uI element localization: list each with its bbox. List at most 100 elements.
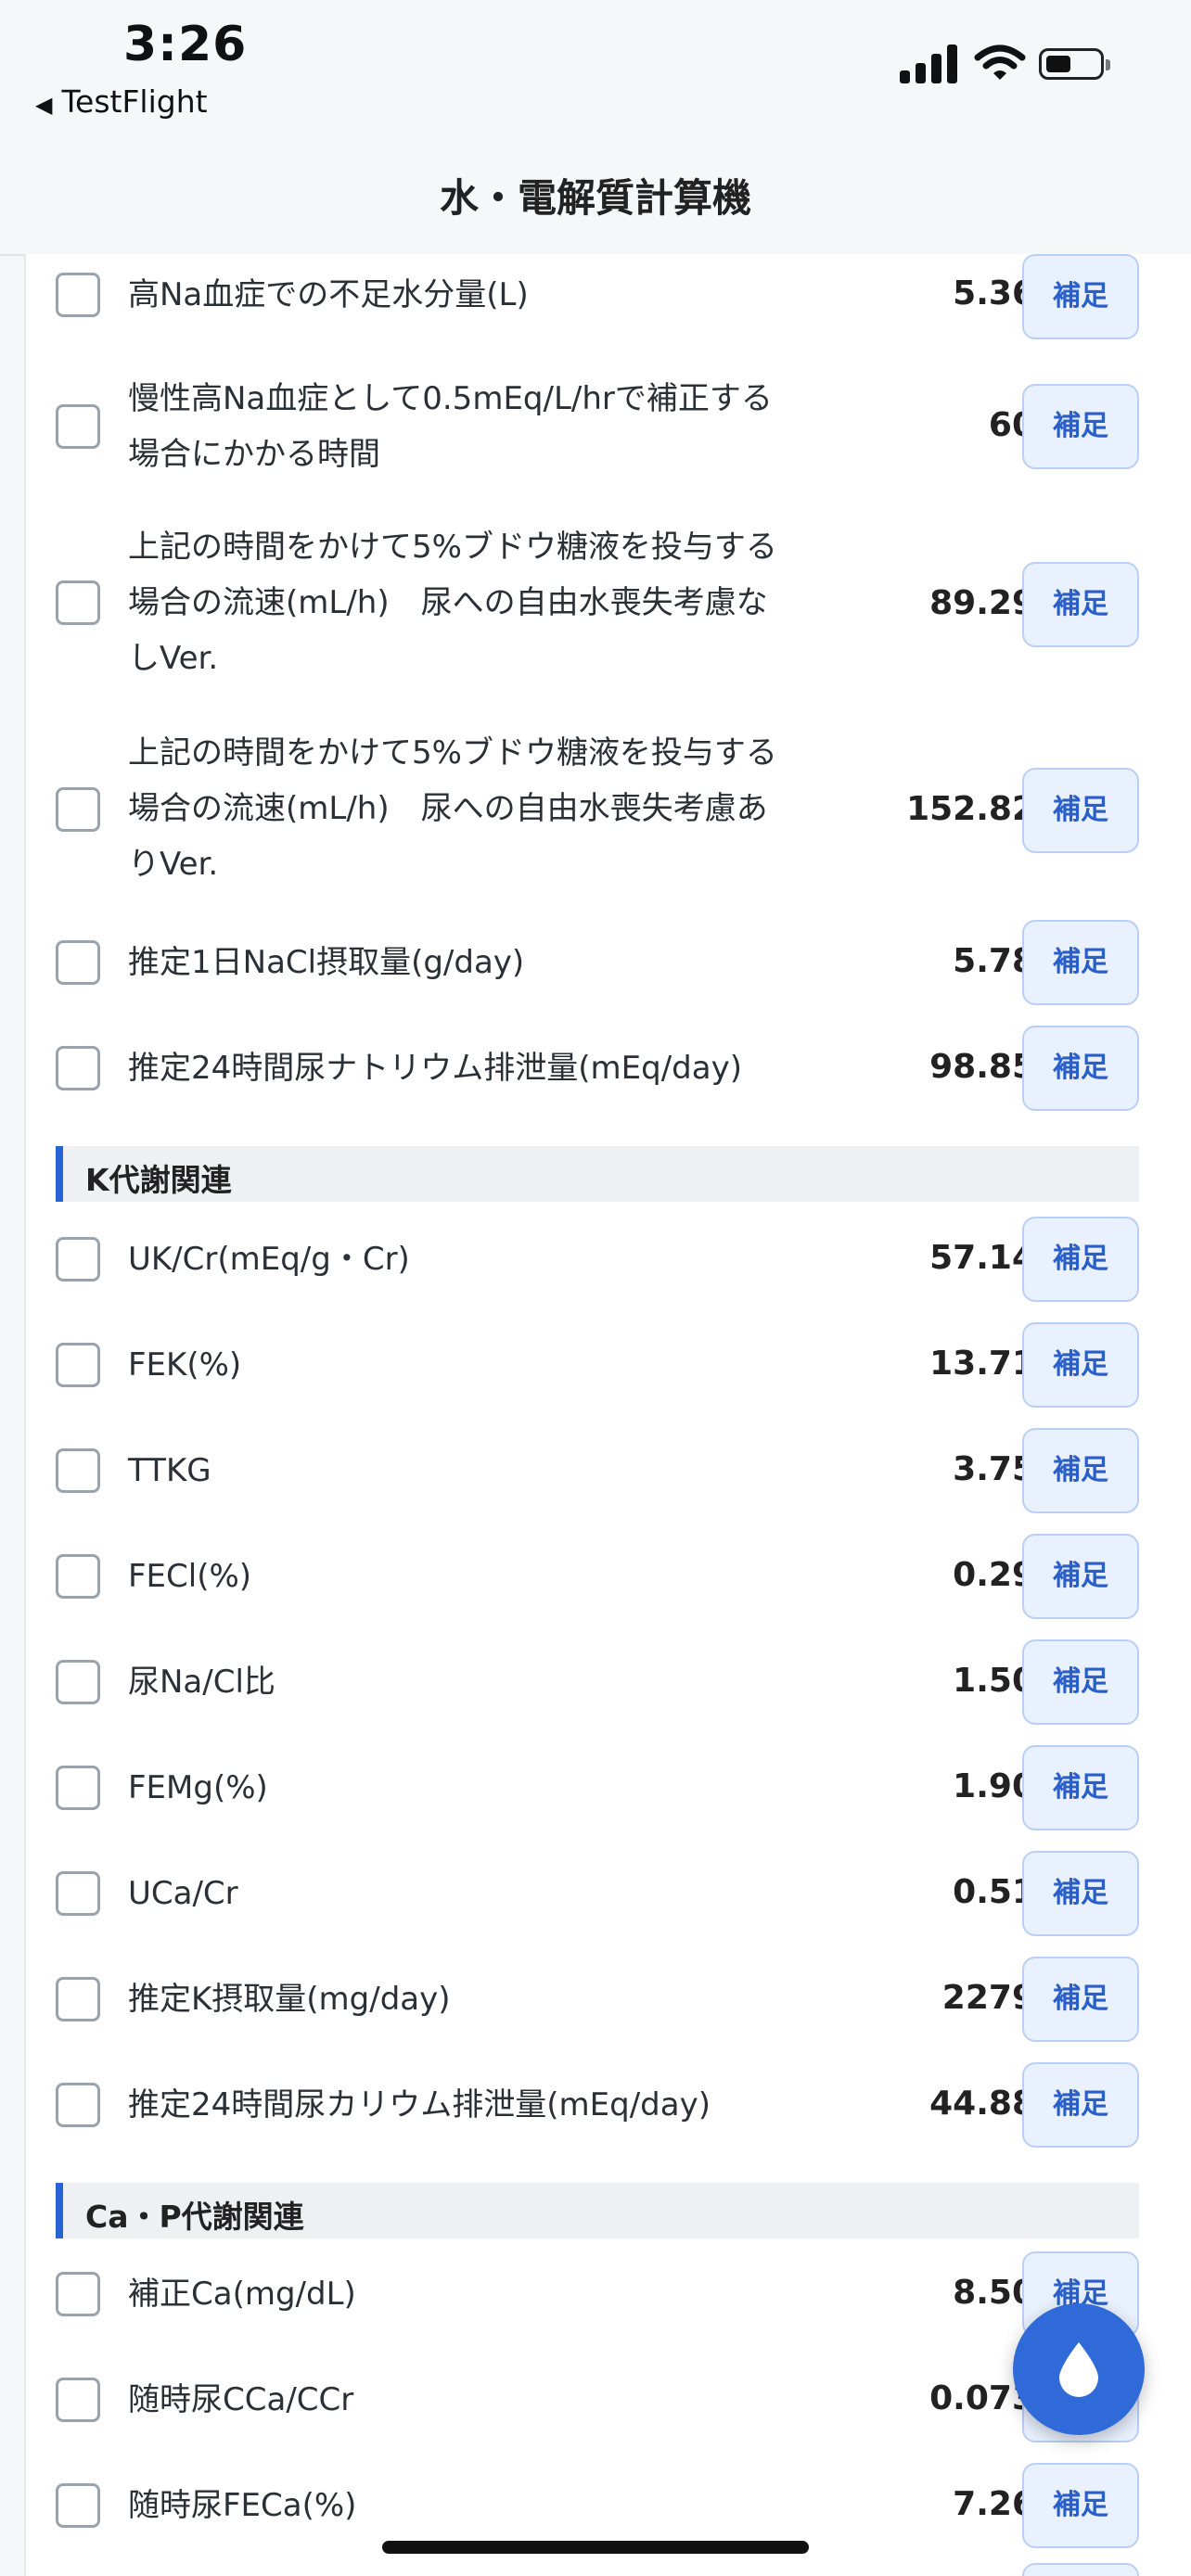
row-checkbox[interactable]: [56, 1237, 100, 1282]
row-label: 推定1日NaCl摂取量(g/day): [128, 944, 525, 981]
results-card: 高Na血症での不足水分量(L) 5.36 補足 慢性高Na血症として0.5mEq…: [24, 254, 1191, 2576]
row-checkbox[interactable]: [56, 1871, 100, 1916]
row-label: 随時尿FECa(%): [128, 2487, 357, 2524]
result-row: 高Na血症での不足水分量(L) 5.36 補足: [26, 254, 1191, 343]
row-label: FEMg(%): [128, 1769, 268, 1806]
row-checkbox[interactable]: [56, 940, 100, 985]
hosoku-button[interactable]: 補足: [1022, 1957, 1139, 2042]
row-value: 13.71: [929, 1345, 1035, 1383]
row-checkbox[interactable]: [56, 404, 100, 449]
home-indicator[interactable]: [382, 2541, 809, 2554]
row-value: 7.26: [953, 2485, 1035, 2523]
wifi-icon: [974, 45, 1026, 80]
result-row: FECl(%) 0.29 補足: [26, 1532, 1191, 1621]
row-value: 8.50: [953, 2274, 1035, 2312]
row-label: UCa/Cr: [128, 1875, 238, 1912]
row-value: 1.50: [953, 1662, 1035, 1700]
row-checkbox[interactable]: [56, 2483, 100, 2528]
back-triangle-icon: ◀: [35, 92, 53, 118]
hosoku-button[interactable]: 補足: [1022, 1851, 1139, 1936]
back-app-label: TestFlight: [61, 83, 208, 120]
hosoku-button[interactable]: 補足: [1022, 2463, 1139, 2548]
hosoku-button[interactable]: 補足: [1022, 254, 1139, 339]
hosoku-button[interactable]: 補足: [1022, 1745, 1139, 1830]
row-checkbox[interactable]: [56, 273, 100, 317]
row-value: 5.36: [953, 274, 1035, 312]
hosoku-button[interactable]: 補足: [1022, 1026, 1139, 1111]
row-label: 推定K摂取量(mg/day): [128, 1981, 451, 2018]
row-checkbox[interactable]: [56, 2272, 100, 2316]
row-value: 89.29: [929, 584, 1035, 622]
row-value: 60: [988, 406, 1035, 444]
back-to-app-link[interactable]: ◀ TestFlight: [35, 83, 208, 120]
row-label: 上記の時間をかけて5%ブドウ糖液を投与する場合の流速(mL/h) 尿への自由水喪…: [128, 529, 777, 677]
row-value: 1.90: [953, 1767, 1035, 1805]
hosoku-button[interactable]: 補足: [1022, 1322, 1139, 1408]
result-row: 推定K摂取量(mg/day) 2279 補足: [26, 1955, 1191, 2044]
row-label: 高Na血症での不足水分量(L): [128, 276, 529, 313]
result-row: 上記の時間をかけて5%ブドウ糖液を投与する場合の流速(mL/h) 尿への自由水喪…: [26, 725, 1191, 911]
row-label: 推定24時間尿ナトリウム排泄量(mEq/day): [128, 1050, 742, 1087]
hosoku-button[interactable]: 補足: [1022, 1217, 1139, 1302]
row-value: 0.29: [953, 1556, 1035, 1594]
result-row: 上記の時間をかけて5%ブドウ糖液を投与する場合の流速(mL/h) 尿への自由水喪…: [26, 519, 1191, 705]
row-value: 0.073: [929, 2379, 1035, 2417]
result-row: FEK(%) 13.71 補足: [26, 1320, 1191, 1409]
hosoku-button[interactable]: 補足: [1022, 1534, 1139, 1619]
battery-icon: [1039, 48, 1110, 80]
row-checkbox[interactable]: [56, 1766, 100, 1810]
row-value: 0.51: [953, 1873, 1035, 1911]
hosoku-button[interactable]: 補足: [1022, 384, 1139, 469]
section-header-ca-p: Ca・P代謝関連: [56, 2183, 1139, 2238]
cellular-signal-icon: [900, 43, 959, 83]
section-header-k: K代謝関連: [56, 1146, 1139, 1202]
result-row: UK/Cr(mEq/g・Cr) 57.14 補足: [26, 1215, 1191, 1304]
row-checkbox[interactable]: [56, 1046, 100, 1090]
row-value: 98.85: [929, 1048, 1035, 1086]
row-checkbox[interactable]: [56, 1977, 100, 2021]
row-label: 随時尿CCa/CCr: [128, 2381, 354, 2418]
result-row: 尿Na/Cl比 1.50 補足: [26, 1638, 1191, 1727]
row-checkbox[interactable]: [56, 1554, 100, 1599]
row-label: UK/Cr(mEq/g・Cr): [128, 1241, 410, 1278]
row-checkbox[interactable]: [56, 2083, 100, 2127]
hosoku-button-partial[interactable]: [1022, 2563, 1139, 2576]
row-checkbox[interactable]: [56, 1343, 100, 1387]
row-checkbox[interactable]: [56, 1660, 100, 1704]
row-value: 3.75: [953, 1450, 1035, 1488]
hosoku-button[interactable]: 補足: [1022, 1639, 1139, 1725]
hosoku-button[interactable]: 補足: [1022, 920, 1139, 1005]
hosoku-button[interactable]: 補足: [1022, 562, 1139, 647]
row-label: 尿Na/Cl比: [128, 1664, 275, 1701]
section-title: K代謝関連: [85, 1162, 232, 1198]
water-drop-fab-button[interactable]: [1013, 2303, 1145, 2435]
row-label: FECl(%): [128, 1558, 252, 1595]
row-checkbox[interactable]: [56, 580, 100, 625]
row-checkbox[interactable]: [56, 787, 100, 832]
row-label: TTKG: [128, 1452, 211, 1489]
result-row: 慢性高Na血症として0.5mEq/L/hrで補正する場合にかかる時間 60 補足: [26, 362, 1191, 491]
row-value: 152.82: [906, 790, 1035, 828]
row-value: 57.14: [929, 1239, 1035, 1277]
row-label: 推定24時間尿カリウム排泄量(mEq/day): [128, 2086, 711, 2123]
row-label: 上記の時間をかけて5%ブドウ糖液を投与する場合の流速(mL/h) 尿への自由水喪…: [128, 734, 777, 883]
hosoku-button[interactable]: 補足: [1022, 2062, 1139, 2148]
row-label: 慢性高Na血症として0.5mEq/L/hrで補正する場合にかかる時間: [128, 380, 773, 473]
water-drop-icon: [1059, 2342, 1098, 2397]
navigation-bar: 水・電解質計算機: [0, 139, 1191, 256]
row-checkbox[interactable]: [56, 2378, 100, 2422]
row-checkbox[interactable]: [56, 1448, 100, 1493]
row-label: FEK(%): [128, 1346, 242, 1384]
result-row: 補正Ca(mg/dL) 8.50 補足: [26, 2250, 1191, 2339]
row-value: 5.78: [953, 942, 1035, 980]
hosoku-button[interactable]: 補足: [1022, 768, 1139, 853]
result-row: 推定24時間尿カリウム排泄量(mEq/day) 44.88 補足: [26, 2060, 1191, 2149]
status-bar: 3:26 ◀ TestFlight: [0, 0, 1191, 139]
hosoku-button[interactable]: 補足: [1022, 1428, 1139, 1513]
row-label: 補正Ca(mg/dL): [128, 2276, 356, 2313]
result-row: UCa/Cr 0.51 補足: [26, 1849, 1191, 1938]
page-title: 水・電解質計算機: [439, 175, 751, 221]
result-row: FEMg(%) 1.90 補足: [26, 1743, 1191, 1832]
result-row: 推定1日NaCl摂取量(g/day) 5.78 補足: [26, 918, 1191, 1007]
result-row: 推定24時間尿ナトリウム排泄量(mEq/day) 98.85 補足: [26, 1024, 1191, 1113]
